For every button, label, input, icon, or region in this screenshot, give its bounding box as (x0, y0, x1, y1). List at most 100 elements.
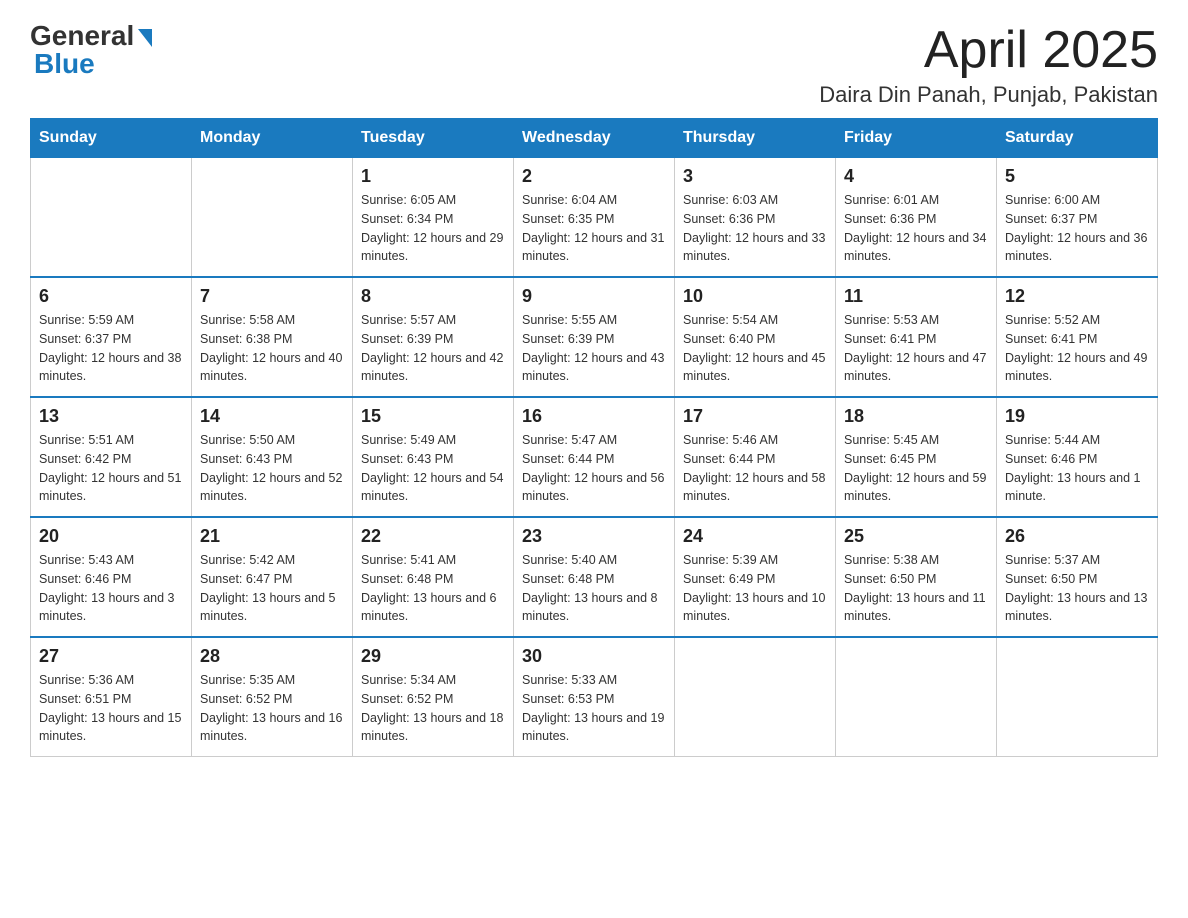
day-info: Sunrise: 5:34 AMSunset: 6:52 PMDaylight:… (361, 671, 505, 746)
sunrise-text: Sunrise: 5:43 AM (39, 551, 183, 570)
day-number: 20 (39, 526, 183, 547)
day-number: 12 (1005, 286, 1149, 307)
day-number: 1 (361, 166, 505, 187)
sunset-text: Sunset: 6:44 PM (522, 450, 666, 469)
day-number: 27 (39, 646, 183, 667)
day-info: Sunrise: 6:00 AMSunset: 6:37 PMDaylight:… (1005, 191, 1149, 266)
sunset-text: Sunset: 6:43 PM (361, 450, 505, 469)
sunrise-text: Sunrise: 5:38 AM (844, 551, 988, 570)
day-info: Sunrise: 5:36 AMSunset: 6:51 PMDaylight:… (39, 671, 183, 746)
calendar-cell: 26 Sunrise: 5:37 AMSunset: 6:50 PMDayligh… (997, 517, 1158, 637)
day-number: 30 (522, 646, 666, 667)
calendar-cell (192, 158, 353, 278)
daylight-text: Daylight: 12 hours and 34 minutes. (844, 229, 988, 267)
day-number: 5 (1005, 166, 1149, 187)
calendar-cell: 17Sunrise: 5:46 AMSunset: 6:44 PMDayligh… (675, 397, 836, 517)
sunset-text: Sunset: 6:43 PM (200, 450, 344, 469)
calendar-week-row: 1Sunrise: 6:05 AMSunset: 6:34 PMDaylight… (31, 158, 1158, 278)
sunrise-text: Sunrise: 5:59 AM (39, 311, 183, 330)
sunset-text: Sunset: 6:48 PM (361, 570, 505, 589)
day-number: 7 (200, 286, 344, 307)
sunrise-text: Sunrise: 5:39 AM (683, 551, 827, 570)
day-number: 21 (200, 526, 344, 547)
sunrise-text: Sunrise: 5:34 AM (361, 671, 505, 690)
sunset-text: Sunset: 6:34 PM (361, 210, 505, 229)
day-info: Sunrise: 5:50 AMSunset: 6:43 PMDaylight:… (200, 431, 344, 506)
day-number: 26 (1005, 526, 1149, 547)
calendar-cell: 30Sunrise: 5:33 AMSunset: 6:53 PMDayligh… (514, 637, 675, 757)
sunset-text: Sunset: 6:37 PM (1005, 210, 1149, 229)
sunset-text: Sunset: 6:48 PM (522, 570, 666, 589)
calendar-cell: 20 Sunrise: 5:43 AMSunset: 6:46 PMDayligh… (31, 517, 192, 637)
day-number: 15 (361, 406, 505, 427)
sunrise-text: Sunrise: 5:55 AM (522, 311, 666, 330)
sunrise-text: Sunrise: 5:33 AM (522, 671, 666, 690)
calendar-title: April 2025 (819, 20, 1158, 80)
sunset-text: Sunset: 6:47 PM (200, 570, 344, 589)
sunrise-text: Sunrise: 6:05 AM (361, 191, 505, 210)
calendar-cell: 27 Sunrise: 5:36 AMSunset: 6:51 PMDayligh… (31, 637, 192, 757)
sunrise-text: Sunrise: 6:00 AM (1005, 191, 1149, 210)
day-info: Sunrise: 6:01 AMSunset: 6:36 PMDaylight:… (844, 191, 988, 266)
day-info: Sunrise: 5:37 AMSunset: 6:50 PMDaylight:… (1005, 551, 1149, 626)
title-section: April 2025 Daira Din Panah, Punjab, Paki… (819, 20, 1158, 108)
daylight-text: Daylight: 12 hours and 56 minutes. (522, 469, 666, 507)
calendar-week-row: 20 Sunrise: 5:43 AMSunset: 6:46 PMDayligh… (31, 517, 1158, 637)
day-info: Sunrise: 5:43 AMSunset: 6:46 PMDaylight:… (39, 551, 183, 626)
weekday-header-saturday: Saturday (997, 119, 1158, 158)
sunset-text: Sunset: 6:41 PM (844, 330, 988, 349)
day-info: Sunrise: 5:47 AMSunset: 6:44 PMDaylight:… (522, 431, 666, 506)
day-info: Sunrise: 5:49 AMSunset: 6:43 PMDaylight:… (361, 431, 505, 506)
day-number: 11 (844, 286, 988, 307)
sunset-text: Sunset: 6:44 PM (683, 450, 827, 469)
day-number: 18 (844, 406, 988, 427)
daylight-text: Daylight: 12 hours and 29 minutes. (361, 229, 505, 267)
weekday-header-monday: Monday (192, 119, 353, 158)
daylight-text: Daylight: 12 hours and 38 minutes. (39, 349, 183, 387)
daylight-text: Daylight: 12 hours and 49 minutes. (1005, 349, 1149, 387)
logo-blue-text: Blue (34, 48, 95, 80)
sunset-text: Sunset: 6:36 PM (844, 210, 988, 229)
logo-triangle-icon (138, 29, 152, 47)
sunset-text: Sunset: 6:42 PM (39, 450, 183, 469)
calendar-cell: 28Sunrise: 5:35 AMSunset: 6:52 PMDayligh… (192, 637, 353, 757)
calendar-cell: 4Sunrise: 6:01 AMSunset: 6:36 PMDaylight… (836, 158, 997, 278)
sunset-text: Sunset: 6:53 PM (522, 690, 666, 709)
day-number: 10 (683, 286, 827, 307)
sunrise-text: Sunrise: 6:03 AM (683, 191, 827, 210)
day-info: Sunrise: 6:03 AMSunset: 6:36 PMDaylight:… (683, 191, 827, 266)
page-header: General Blue April 2025 Daira Din Panah,… (30, 20, 1158, 108)
calendar-cell: 19Sunrise: 5:44 AMSunset: 6:46 PMDayligh… (997, 397, 1158, 517)
day-number: 13 (39, 406, 183, 427)
sunset-text: Sunset: 6:39 PM (522, 330, 666, 349)
sunset-text: Sunset: 6:50 PM (1005, 570, 1149, 589)
calendar-cell: 23Sunrise: 5:40 AMSunset: 6:48 PMDayligh… (514, 517, 675, 637)
day-number: 29 (361, 646, 505, 667)
sunrise-text: Sunrise: 5:41 AM (361, 551, 505, 570)
weekday-header-wednesday: Wednesday (514, 119, 675, 158)
calendar-cell: 24Sunrise: 5:39 AMSunset: 6:49 PMDayligh… (675, 517, 836, 637)
calendar-cell: 12Sunrise: 5:52 AMSunset: 6:41 PMDayligh… (997, 277, 1158, 397)
day-info: Sunrise: 5:55 AMSunset: 6:39 PMDaylight:… (522, 311, 666, 386)
daylight-text: Daylight: 13 hours and 10 minutes. (683, 589, 827, 627)
daylight-text: Daylight: 12 hours and 43 minutes. (522, 349, 666, 387)
day-info: Sunrise: 5:38 AMSunset: 6:50 PMDaylight:… (844, 551, 988, 626)
sunset-text: Sunset: 6:52 PM (200, 690, 344, 709)
day-info: Sunrise: 5:39 AMSunset: 6:49 PMDaylight:… (683, 551, 827, 626)
calendar-cell (997, 637, 1158, 757)
day-number: 25 (844, 526, 988, 547)
sunset-text: Sunset: 6:41 PM (1005, 330, 1149, 349)
day-info: Sunrise: 5:44 AMSunset: 6:46 PMDaylight:… (1005, 431, 1149, 506)
calendar-cell: 29 Sunrise: 5:34 AMSunset: 6:52 PMDayligh… (353, 637, 514, 757)
daylight-text: Daylight: 12 hours and 59 minutes. (844, 469, 988, 507)
calendar-cell: 18Sunrise: 5:45 AMSunset: 6:45 PMDayligh… (836, 397, 997, 517)
sunrise-text: Sunrise: 5:36 AM (39, 671, 183, 690)
daylight-text: Daylight: 12 hours and 54 minutes. (361, 469, 505, 507)
calendar-cell: 11Sunrise: 5:53 AMSunset: 6:41 PMDayligh… (836, 277, 997, 397)
daylight-text: Daylight: 12 hours and 51 minutes. (39, 469, 183, 507)
weekday-header-tuesday: Tuesday (353, 119, 514, 158)
daylight-text: Daylight: 12 hours and 40 minutes. (200, 349, 344, 387)
day-number: 2 (522, 166, 666, 187)
sunrise-text: Sunrise: 5:50 AM (200, 431, 344, 450)
day-number: 3 (683, 166, 827, 187)
